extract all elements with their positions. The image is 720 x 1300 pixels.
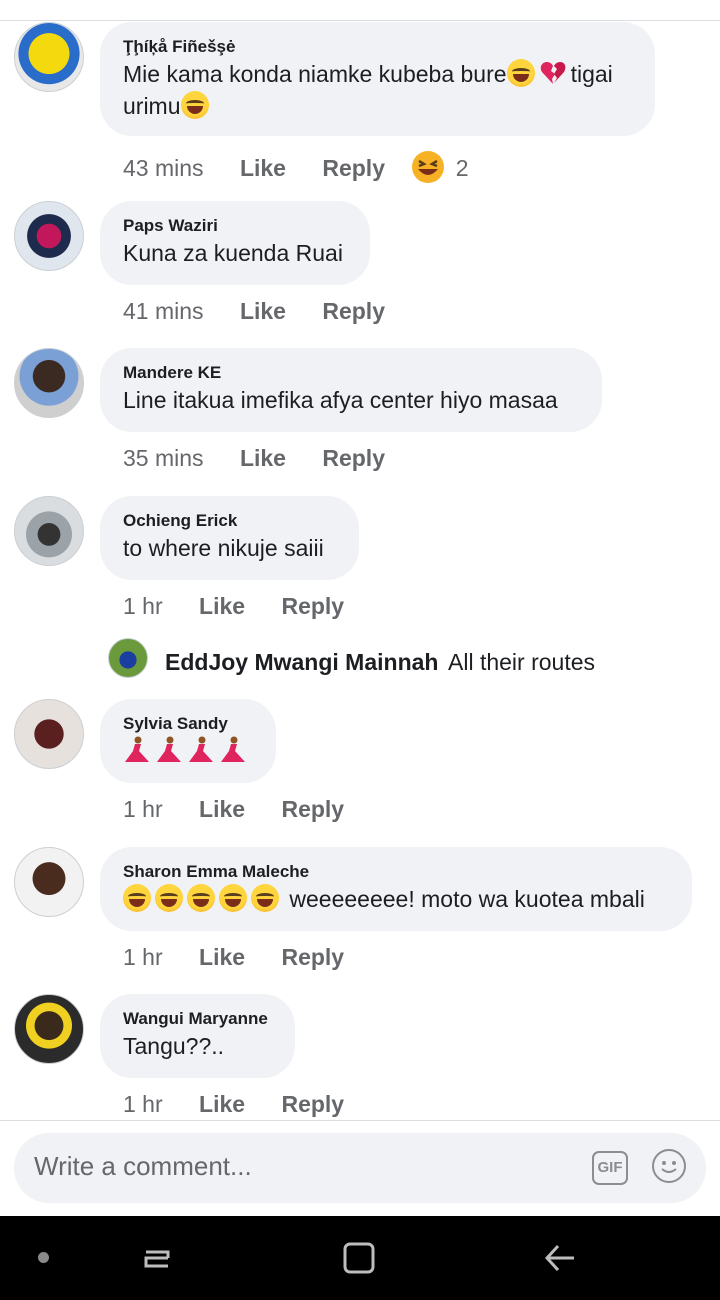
home-dot-icon[interactable] [24, 1238, 64, 1278]
comment-meta: 35 mins Like Reply [123, 445, 385, 472]
comment-time: 1 hr [123, 593, 163, 619]
comment-text: weeeeeeee! moto wa kuotea mbali [123, 883, 668, 915]
comment-author[interactable]: Wangui Maryanne [123, 1008, 271, 1030]
comment-bubble: Ochieng Erick to where nikuje saiii [100, 496, 359, 580]
comment-meta: 1 hr Like Reply [123, 796, 344, 823]
like-button[interactable]: Like [199, 796, 245, 822]
avatar[interactable] [14, 847, 84, 917]
reply-avatar[interactable] [108, 638, 148, 678]
comment-meta: 1 hr Like Reply [123, 593, 344, 620]
reply-button[interactable]: Reply [281, 944, 344, 970]
comment-bubble: Sylvia Sandy [100, 699, 276, 783]
comment-bubble: Mandere KE Line itakua imefika afya cent… [100, 348, 602, 432]
comment-time: 1 hr [123, 944, 163, 970]
reply-button[interactable]: Reply [281, 593, 344, 619]
laughing-emoji-icon [251, 884, 279, 912]
comment-bubble: Wangui Maryanne Tangu??.. [100, 994, 295, 1078]
gif-icon[interactable]: GIF [592, 1151, 628, 1185]
avatar[interactable] [14, 201, 84, 271]
reply-button[interactable]: Reply [322, 298, 385, 324]
comment-bubble: Sharon Emma Maleche weeeeeeee! moto wa k… [100, 847, 692, 931]
like-button[interactable]: Like [240, 445, 286, 471]
top-divider [0, 20, 720, 21]
laughing-emoji-icon [506, 59, 535, 87]
like-button[interactable]: Like [199, 1091, 245, 1117]
comment-time: 43 mins [123, 155, 204, 181]
comment-time: 1 hr [123, 796, 163, 822]
laughing-emoji-icon [123, 884, 151, 912]
reply-button[interactable]: Reply [322, 155, 385, 181]
comment-author[interactable]: Sharon Emma Maleche [123, 861, 668, 883]
comment-meta: 41 mins Like Reply [123, 298, 385, 325]
comment-meta: 43 mins Like Reply 2 [123, 150, 469, 184]
dancer-emoji-icon [157, 736, 181, 762]
comment-text: Line itakua imefika afya center hiyo mas… [123, 387, 558, 413]
comment-text: Tangu??.. [123, 1033, 225, 1059]
laughing-emoji-icon [187, 884, 215, 912]
overview-icon[interactable] [339, 1238, 379, 1278]
comment-author[interactable]: Paps Waziri [123, 215, 346, 237]
comment-text [123, 735, 252, 767]
comment-author[interactable]: Ochieng Erick [123, 510, 335, 532]
comment-time: 35 mins [123, 445, 204, 471]
reaction-summary[interactable]: 2 [411, 151, 469, 183]
dancer-emoji-icon [125, 736, 149, 762]
laughing-emoji-icon [155, 884, 183, 912]
dancer-emoji-icon [221, 736, 245, 762]
emoji-icon[interactable] [652, 1149, 686, 1183]
squinting-laugh-emoji-icon [412, 151, 445, 183]
avatar[interactable] [14, 348, 84, 418]
laughing-emoji-icon [219, 884, 247, 912]
reply-preview[interactable]: EddJoy Mwangi Mainnah All their routes [0, 632, 720, 692]
system-navigation-bar [0, 1216, 720, 1300]
like-button[interactable]: Like [240, 298, 286, 324]
like-button[interactable]: Like [240, 155, 286, 181]
comment-bubble: Ţḩíķå Fiñešşė Mie kama konda niamke kube… [100, 22, 655, 136]
comment-composer: Write a comment... GIF [0, 1120, 720, 1217]
comment-text: Mie kama konda niamke kubeba bure tigai ur… [123, 59, 613, 119]
reply-text: All their routes [448, 649, 596, 675]
reply-button[interactable]: Reply [322, 445, 385, 471]
avatar[interactable] [14, 496, 84, 566]
laughing-emoji-icon [180, 91, 209, 119]
comment-text: Kuna za kuenda Ruai [123, 240, 343, 266]
broken-heart-icon [540, 62, 565, 84]
comment-author[interactable]: Mandere KE [123, 362, 578, 384]
comment-meta: 1 hr Like Reply [123, 1091, 344, 1118]
reaction-count: 2 [455, 155, 469, 181]
comment-bubble: Paps Waziri Kuna za kuenda Ruai [100, 201, 370, 285]
comment-text: to where nikuje saiii [123, 535, 324, 561]
dancer-emoji-icon [189, 736, 213, 762]
comment-author[interactable]: Sylvia Sandy [123, 713, 252, 735]
avatar[interactable] [14, 22, 84, 92]
like-button[interactable]: Like [199, 593, 245, 619]
comment-meta: 1 hr Like Reply [123, 944, 344, 971]
comment-input[interactable]: Write a comment... GIF [14, 1133, 706, 1203]
avatar[interactable] [14, 994, 84, 1064]
comment-author[interactable]: Ţḩíķå Fiñešşė [123, 36, 631, 58]
comment-time: 41 mins [123, 298, 204, 324]
reply-button[interactable]: Reply [281, 1091, 344, 1117]
recents-icon[interactable] [138, 1238, 178, 1278]
avatar[interactable] [14, 699, 84, 769]
reply-button[interactable]: Reply [281, 796, 344, 822]
comment-input-placeholder: Write a comment... [34, 1151, 252, 1181]
reply-author[interactable]: EddJoy Mwangi Mainnah [165, 649, 438, 676]
comment-time: 1 hr [123, 1091, 163, 1117]
back-icon[interactable] [540, 1238, 580, 1278]
like-button[interactable]: Like [199, 944, 245, 970]
